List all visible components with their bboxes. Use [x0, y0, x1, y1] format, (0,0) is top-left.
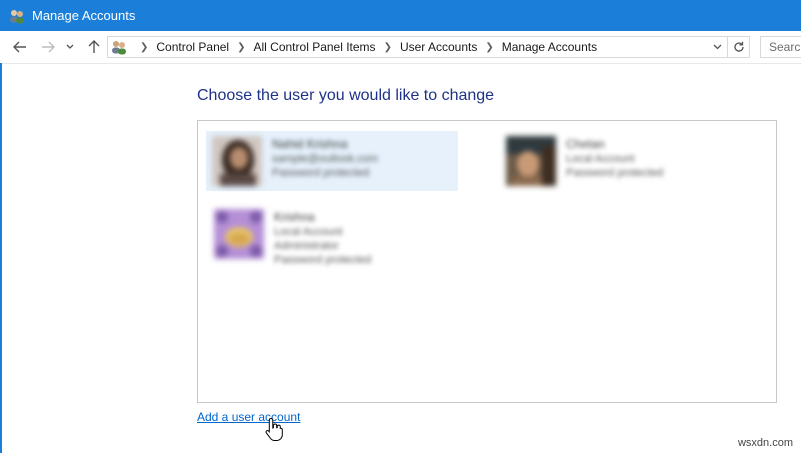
- refresh-icon: [733, 41, 744, 52]
- pane-divider: [0, 63, 2, 453]
- account-role: Administrator: [274, 240, 339, 252]
- account-name: Nahid Krishna: [272, 137, 348, 151]
- back-button[interactable]: [11, 38, 29, 56]
- users-icon: [10, 9, 24, 23]
- accounts-list: Nahid Krishna sample@outlook.com Passwor…: [197, 120, 777, 403]
- recent-locations-button[interactable]: [64, 38, 76, 56]
- breadcrumb-user-accounts[interactable]: User Accounts: [400, 40, 477, 54]
- users-icon: [112, 41, 126, 55]
- up-button[interactable]: [85, 38, 103, 56]
- title-bar: Manage Accounts: [0, 0, 801, 31]
- hand-cursor-icon: [265, 417, 283, 441]
- forward-button[interactable]: [39, 38, 57, 56]
- breadcrumb-all-items[interactable]: All Control Panel Items: [254, 40, 376, 54]
- account-name: Chetan: [566, 137, 605, 151]
- account-tile[interactable]: Chetan Local Account Password protected: [506, 136, 756, 191]
- watermark: wsxdn.com: [737, 437, 793, 449]
- account-status: Password protected: [566, 167, 664, 179]
- account-type: Local Account: [566, 153, 635, 165]
- address-dropdown-button[interactable]: [709, 39, 725, 55]
- account-tile[interactable]: Krishna Local Account Administrator Pass…: [214, 209, 414, 279]
- breadcrumb-separator-icon: ❯: [237, 41, 246, 53]
- page-title: Choose the user you would like to change: [197, 87, 495, 104]
- address-bar[interactable]: ❯ Control Panel ❯ All Control Panel Item…: [107, 36, 750, 58]
- avatar: [212, 136, 262, 186]
- account-status: Password protected: [274, 254, 372, 266]
- breadcrumb-manage-accounts[interactable]: Manage Accounts: [502, 40, 597, 54]
- account-type: Local Account: [274, 226, 343, 238]
- account-status: Password protected: [272, 167, 370, 179]
- refresh-button[interactable]: [727, 37, 749, 57]
- forward-arrow-icon: [42, 41, 55, 53]
- account-details: Krishna Local Account Administrator Pass…: [274, 209, 371, 267]
- account-tile[interactable]: Nahid Krishna sample@outlook.com Passwor…: [206, 131, 458, 191]
- breadcrumb-control-panel[interactable]: Control Panel: [156, 40, 229, 54]
- avatar: [506, 136, 556, 186]
- chevron-down-icon: [66, 44, 74, 49]
- window-title: Manage Accounts: [32, 8, 136, 23]
- breadcrumb-separator-icon: ❯: [140, 41, 149, 53]
- account-details: Chetan Local Account Password protected: [566, 136, 663, 180]
- account-email: sample@outlook.com: [272, 153, 378, 165]
- chevron-down-icon: [713, 44, 721, 50]
- navigation-bar: ❯ Control Panel ❯ All Control Panel Item…: [0, 31, 801, 64]
- back-arrow-icon: [13, 41, 26, 53]
- account-details: Nahid Krishna sample@outlook.com Passwor…: [272, 136, 378, 180]
- up-arrow-icon: [88, 40, 100, 53]
- breadcrumb-separator-icon: ❯: [485, 41, 494, 53]
- avatar: [214, 209, 264, 259]
- search-input[interactable]: Search: [760, 36, 801, 58]
- breadcrumb-separator-icon: ❯: [383, 41, 392, 53]
- breadcrumb: ❯ Control Panel ❯ All Control Panel Item…: [132, 37, 597, 57]
- account-name: Krishna: [274, 210, 315, 224]
